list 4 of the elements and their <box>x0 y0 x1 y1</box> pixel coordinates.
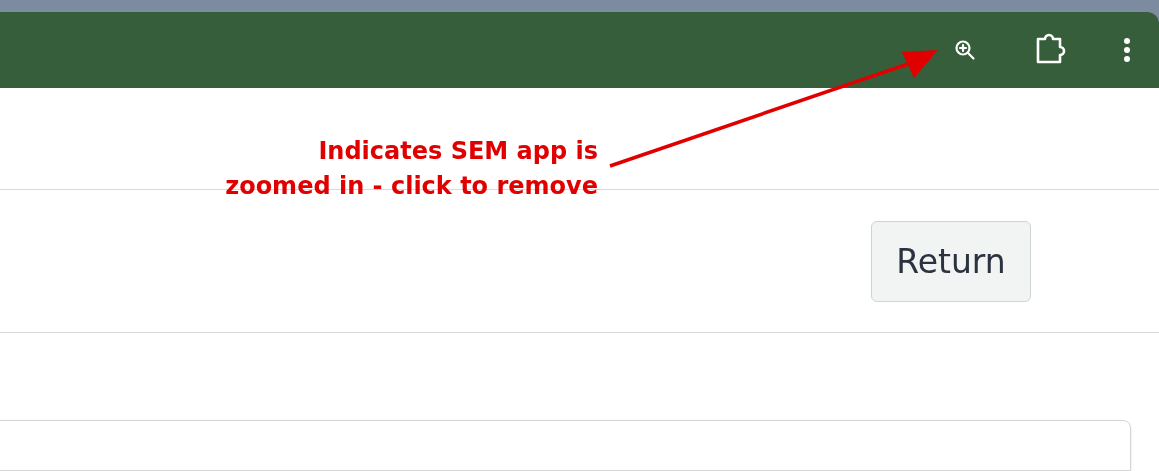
annotation-text: Indicates SEM app is zoomed in - click to remove <box>225 136 598 202</box>
return-button[interactable]: Return <box>871 221 1031 302</box>
zoom-in-icon[interactable] <box>953 38 977 62</box>
menu-icon[interactable] <box>1123 37 1131 63</box>
